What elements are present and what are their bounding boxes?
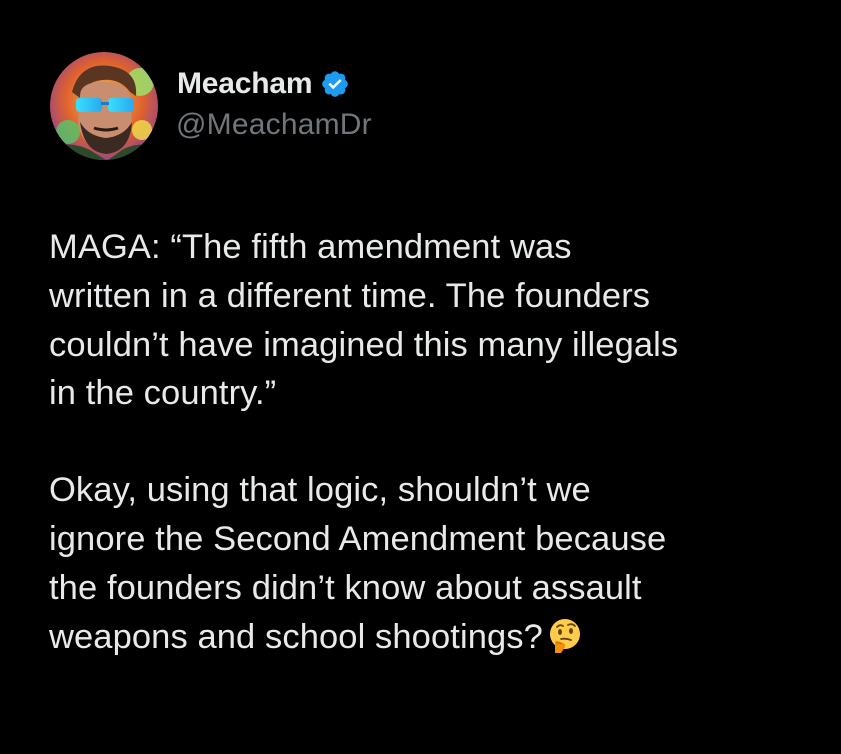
tweet-paragraph-1: MAGA: “The fifth amendment was written i…	[49, 223, 819, 418]
author-name-row: Meacham	[177, 64, 350, 104]
verified-badge-icon[interactable]	[320, 69, 350, 99]
tweet-line: Okay, using that logic, shouldn’t we	[49, 471, 591, 510]
tweet-line: written in a different time. The founder…	[49, 276, 651, 315]
thinking-face-icon	[547, 617, 583, 653]
tweet-line-last: weapons and school shootings?	[49, 613, 819, 662]
tweet-line: the founders didn’t know about assault	[49, 568, 642, 607]
tweet-line: MAGA: “The fifth amendment was	[49, 228, 572, 266]
tweet-line: in the country.”	[49, 374, 277, 413]
tweet-line: ignore the Second Amendment because	[49, 519, 667, 558]
avatar-image	[50, 52, 158, 160]
tweet-paragraph-2: Okay, using that logic, shouldn’t we ign…	[49, 466, 819, 661]
avatar[interactable]	[50, 52, 158, 160]
tweet-line: couldn’t have imagined this many illegal…	[49, 325, 679, 364]
author-display-name[interactable]: Meacham	[177, 67, 313, 101]
author-handle[interactable]: @MeachamDr	[176, 108, 372, 142]
tweet-text: MAGA: “The fifth amendment was written i…	[49, 223, 819, 661]
tweet-line: weapons and school shootings?	[49, 617, 543, 656]
tweet-card: Meacham @MeachamDr MAGA: “The fifth amen…	[0, 0, 841, 754]
